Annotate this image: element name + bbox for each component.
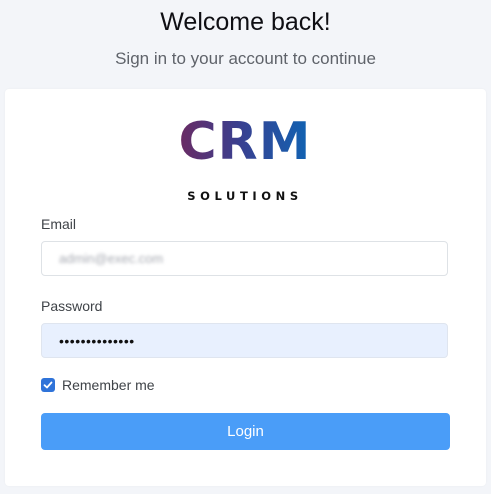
login-page: Welcome back! Sign in to your account to… xyxy=(0,0,491,494)
checkmark-icon xyxy=(43,381,53,389)
page-header: Welcome back! Sign in to your account to… xyxy=(0,0,491,88)
email-value: admin@exec.com xyxy=(59,251,164,266)
login-card: CRM SOLUTIONS Email admin@exec.com Passw… xyxy=(5,89,486,486)
email-field[interactable]: admin@exec.com xyxy=(41,241,448,276)
remember-checkbox[interactable] xyxy=(41,378,55,392)
crm-logo: CRM SOLUTIONS xyxy=(178,112,312,203)
logo-sub-text: SOLUTIONS xyxy=(187,189,303,203)
remember-label: Remember me xyxy=(62,377,155,393)
page-title: Welcome back! xyxy=(160,8,331,36)
page-subtitle: Sign in to your account to continue xyxy=(115,49,376,68)
remember-me[interactable]: Remember me xyxy=(41,376,155,394)
email-label: Email xyxy=(41,216,77,232)
logo-main-text: CRM xyxy=(178,112,312,172)
login-button[interactable]: Login xyxy=(41,413,450,450)
password-label: Password xyxy=(41,298,103,314)
password-field[interactable]: •••••••••••••• xyxy=(41,323,448,358)
password-value: •••••••••••••• xyxy=(59,332,135,349)
